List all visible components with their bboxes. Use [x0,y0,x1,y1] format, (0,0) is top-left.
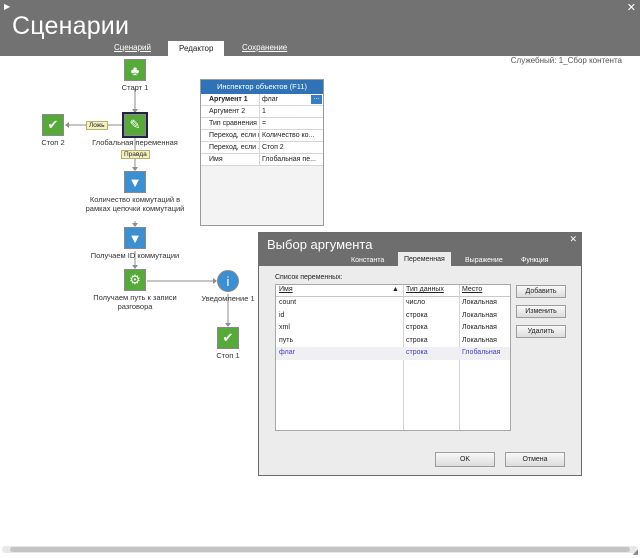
list-header: Имя ▲ Тип данных Место [276,285,510,297]
info-icon: i [217,270,239,292]
window-close-icon[interactable]: ✕ [627,1,636,14]
variables-list[interactable]: Имя ▲ Тип данных Место count число Локал… [275,284,511,431]
inspector-row[interactable]: Имя Глобальная пе... [201,154,323,166]
node-stop-2[interactable]: ✔ Стоп 2 [3,114,103,147]
tab-constant[interactable]: Константа [351,257,384,264]
funnel-icon: ▼ [124,227,146,249]
script-icon: ⚙ [124,269,146,291]
ellipsis-button[interactable]: ... [311,94,322,104]
close-icon[interactable]: ✕ [569,234,577,245]
tab-function[interactable]: Функция [521,257,548,264]
edge-label-false: Ложь [86,121,108,130]
checkmark-icon: ✔ [217,327,239,349]
dialog-header: Выбор аргумента ✕ Константа Переменная В… [259,233,581,266]
checkmark-icon: ✔ [42,114,64,136]
resize-grip-icon[interactable]: ◢ [633,548,638,556]
delete-button[interactable]: Удалить [516,325,566,338]
variable-check-icon: ✎ [122,112,148,138]
tab-save[interactable]: Сохранение [242,43,287,52]
inspector-title: Инспектор объектов (F11) [201,80,323,94]
inspector-row[interactable]: Переход, если ... Стоп 2 [201,142,323,154]
main-tabs: Сценарий Редактор Сохранение [0,40,640,56]
node-commutation-count[interactable]: ▼ Количество коммутаций в рамках цепочки… [85,171,185,213]
list-item[interactable]: id строка Локальная [276,310,510,323]
dialog-title: Выбор аргумента [267,237,373,252]
runner-icon: ♣ [124,59,146,81]
tab-variable[interactable]: Переменная [398,252,451,266]
inspector-row[interactable]: Аргумент 1 флаг... [201,94,323,106]
inspector-row[interactable]: Переход, если ис Количество ко... [201,130,323,142]
inspector-row[interactable]: Аргумент 2 1 [201,106,323,118]
sort-ascending-icon: ▲ [392,286,399,293]
list-item[interactable]: флаг строка Глобальная [276,347,510,360]
app-title: Сценарии [12,12,130,40]
edit-button[interactable]: Изменить [516,305,566,318]
inspector-row[interactable]: Тип сравнения = [201,118,323,130]
list-item[interactable]: count число Локальная [276,297,510,310]
cancel-button[interactable]: Отмена [505,452,565,467]
tab-editor[interactable]: Редактор [168,41,225,56]
tab-expression[interactable]: Выражение [465,257,503,264]
column-header-place[interactable]: Место [462,286,482,293]
variables-list-label: Список переменных: [275,274,343,281]
list-item[interactable]: xml строка Локальная [276,322,510,335]
add-button[interactable]: Добавить [516,285,566,298]
edge-label-true: Правда [121,150,150,159]
node-start[interactable]: ♣ Старт 1 [85,59,185,92]
argument-dialog: Выбор аргумента ✕ Константа Переменная В… [258,232,582,476]
list-item[interactable]: путь строка Локальная [276,335,510,348]
horizontal-scrollbar[interactable] [2,546,638,553]
ok-button[interactable]: OK [435,452,495,467]
tab-scenario[interactable]: Сценарий [114,43,151,52]
scrollbar-thumb[interactable] [10,547,630,552]
column-header-type[interactable]: Тип данных [406,286,444,293]
funnel-icon: ▼ [124,171,146,193]
app-header: ▶ ✕ Сценарии Сценарий Редактор Сохранени… [0,0,640,56]
node-get-id[interactable]: ▼ Получаем ID коммутации [85,227,185,260]
column-header-name[interactable]: Имя [279,286,293,293]
window-menu-icon[interactable]: ▶ [4,2,10,11]
object-inspector: Инспектор объектов (F11) Аргумент 1 флаг… [200,79,324,226]
node-get-path[interactable]: ⚙ Получаем путь к записи разговора [85,269,185,311]
